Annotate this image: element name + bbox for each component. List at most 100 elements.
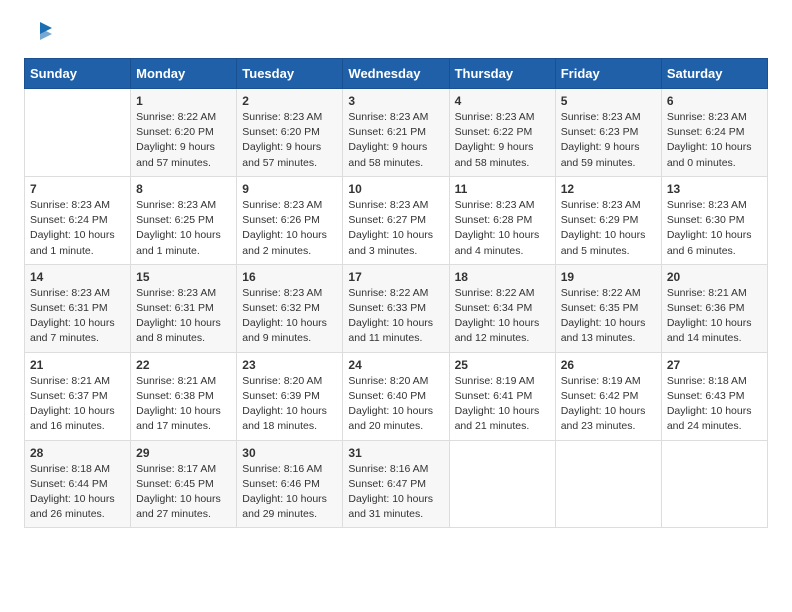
day-number: 14 [30, 270, 125, 284]
day-info: Sunrise: 8:23 AM Sunset: 6:31 PM Dayligh… [30, 286, 125, 347]
day-number: 20 [667, 270, 762, 284]
day-number: 27 [667, 358, 762, 372]
day-number: 6 [667, 94, 762, 108]
calendar-cell: 25Sunrise: 8:19 AM Sunset: 6:41 PM Dayli… [449, 352, 555, 440]
calendar-header-row: SundayMondayTuesdayWednesdayThursdayFrid… [25, 59, 768, 89]
day-number: 7 [30, 182, 125, 196]
day-info: Sunrise: 8:22 AM Sunset: 6:34 PM Dayligh… [455, 286, 550, 347]
day-number: 21 [30, 358, 125, 372]
logo [24, 20, 54, 48]
calendar-cell: 13 Sunrise: 8:23 AM Sunset: 6:30 PM Dayli… [661, 176, 767, 264]
day-info: Sunrise: 8:23 AM Sunset: 6:27 PM Dayligh… [348, 198, 443, 259]
logo-flag-icon [26, 20, 54, 48]
calendar-week-row: 21 Sunrise: 8:21 AM Sunset: 6:37 PM Dayli… [25, 352, 768, 440]
calendar-cell: 28 Sunrise: 8:18 AM Sunset: 6:44 PM Dayli… [25, 440, 131, 528]
day-number: 1 [136, 94, 231, 108]
calendar-cell: 21 Sunrise: 8:21 AM Sunset: 6:37 PM Dayli… [25, 352, 131, 440]
day-info: Sunrise: 8:16 AM Sunset: 6:47 PM Dayligh… [348, 462, 443, 523]
day-number: 11 [455, 182, 550, 196]
calendar-cell [25, 89, 131, 177]
day-number: 24 [348, 358, 443, 372]
calendar-cell: 16 Sunrise: 8:23 AM Sunset: 6:32 PM Dayli… [237, 264, 343, 352]
day-info: Sunrise: 8:22 AM Sunset: 6:20 PM Dayligh… [136, 110, 231, 171]
calendar-cell: 29 Sunrise: 8:17 AM Sunset: 6:45 PM Dayli… [131, 440, 237, 528]
day-info: Sunrise: 8:23 AM Sunset: 6:22 PM Dayligh… [455, 110, 550, 171]
day-number: 31 [348, 446, 443, 460]
day-info: Sunrise: 8:18 AM Sunset: 6:43 PM Dayligh… [667, 374, 762, 435]
calendar-cell: 18Sunrise: 8:22 AM Sunset: 6:34 PM Dayli… [449, 264, 555, 352]
calendar-cell: 8Sunrise: 8:23 AM Sunset: 6:25 PM Daylig… [131, 176, 237, 264]
calendar-cell: 5 Sunrise: 8:23 AM Sunset: 6:23 PM Daylig… [555, 89, 661, 177]
weekday-header-sunday: Sunday [25, 59, 131, 89]
weekday-header-friday: Friday [555, 59, 661, 89]
day-info: Sunrise: 8:23 AM Sunset: 6:20 PM Dayligh… [242, 110, 337, 171]
header [24, 20, 768, 48]
calendar-cell: 3 Sunrise: 8:23 AM Sunset: 6:21 PM Daylig… [343, 89, 449, 177]
calendar-cell: 4Sunrise: 8:23 AM Sunset: 6:22 PM Daylig… [449, 89, 555, 177]
calendar-cell: 6Sunrise: 8:23 AM Sunset: 6:24 PM Daylig… [661, 89, 767, 177]
day-info: Sunrise: 8:23 AM Sunset: 6:21 PM Dayligh… [348, 110, 443, 171]
day-number: 3 [348, 94, 443, 108]
calendar-cell: 22 Sunrise: 8:21 AM Sunset: 6:38 PM Dayli… [131, 352, 237, 440]
day-info: Sunrise: 8:20 AM Sunset: 6:39 PM Dayligh… [242, 374, 337, 435]
day-info: Sunrise: 8:18 AM Sunset: 6:44 PM Dayligh… [30, 462, 125, 523]
calendar-cell: 2 Sunrise: 8:23 AM Sunset: 6:20 PM Daylig… [237, 89, 343, 177]
day-info: Sunrise: 8:19 AM Sunset: 6:42 PM Dayligh… [561, 374, 656, 435]
day-number: 22 [136, 358, 231, 372]
day-number: 13 [667, 182, 762, 196]
weekday-header-saturday: Saturday [661, 59, 767, 89]
weekday-header-wednesday: Wednesday [343, 59, 449, 89]
day-info: Sunrise: 8:22 AM Sunset: 6:35 PM Dayligh… [561, 286, 656, 347]
day-number: 26 [561, 358, 656, 372]
day-number: 30 [242, 446, 337, 460]
calendar-cell: 20 Sunrise: 8:21 AM Sunset: 6:36 PM Dayli… [661, 264, 767, 352]
calendar-cell: 19 Sunrise: 8:22 AM Sunset: 6:35 PM Dayli… [555, 264, 661, 352]
calendar-cell [555, 440, 661, 528]
day-number: 2 [242, 94, 337, 108]
day-number: 17 [348, 270, 443, 284]
day-number: 9 [242, 182, 337, 196]
day-number: 23 [242, 358, 337, 372]
calendar-cell: 23 Sunrise: 8:20 AM Sunset: 6:39 PM Dayli… [237, 352, 343, 440]
day-info: Sunrise: 8:21 AM Sunset: 6:37 PM Dayligh… [30, 374, 125, 435]
weekday-header-tuesday: Tuesday [237, 59, 343, 89]
calendar-cell: 26 Sunrise: 8:19 AM Sunset: 6:42 PM Dayli… [555, 352, 661, 440]
calendar-week-row: 1 Sunrise: 8:22 AM Sunset: 6:20 PM Daylig… [25, 89, 768, 177]
calendar-cell: 30 Sunrise: 8:16 AM Sunset: 6:46 PM Dayli… [237, 440, 343, 528]
day-info: Sunrise: 8:23 AM Sunset: 6:30 PM Dayligh… [667, 198, 762, 259]
day-info: Sunrise: 8:23 AM Sunset: 6:24 PM Dayligh… [30, 198, 125, 259]
calendar-cell: 12 Sunrise: 8:23 AM Sunset: 6:29 PM Dayli… [555, 176, 661, 264]
day-number: 28 [30, 446, 125, 460]
day-info: Sunrise: 8:21 AM Sunset: 6:36 PM Dayligh… [667, 286, 762, 347]
day-number: 12 [561, 182, 656, 196]
day-number: 8 [136, 182, 231, 196]
day-number: 15 [136, 270, 231, 284]
calendar-cell: 14 Sunrise: 8:23 AM Sunset: 6:31 PM Dayli… [25, 264, 131, 352]
day-info: Sunrise: 8:17 AM Sunset: 6:45 PM Dayligh… [136, 462, 231, 523]
day-number: 10 [348, 182, 443, 196]
calendar-cell: 17Sunrise: 8:22 AM Sunset: 6:33 PM Dayli… [343, 264, 449, 352]
day-info: Sunrise: 8:16 AM Sunset: 6:46 PM Dayligh… [242, 462, 337, 523]
calendar-cell [449, 440, 555, 528]
day-info: Sunrise: 8:23 AM Sunset: 6:31 PM Dayligh… [136, 286, 231, 347]
calendar-week-row: 14 Sunrise: 8:23 AM Sunset: 6:31 PM Dayli… [25, 264, 768, 352]
day-info: Sunrise: 8:21 AM Sunset: 6:38 PM Dayligh… [136, 374, 231, 435]
day-number: 5 [561, 94, 656, 108]
weekday-header-monday: Monday [131, 59, 237, 89]
day-number: 29 [136, 446, 231, 460]
calendar-cell: 24Sunrise: 8:20 AM Sunset: 6:40 PM Dayli… [343, 352, 449, 440]
day-info: Sunrise: 8:19 AM Sunset: 6:41 PM Dayligh… [455, 374, 550, 435]
calendar-week-row: 7 Sunrise: 8:23 AM Sunset: 6:24 PM Daylig… [25, 176, 768, 264]
day-info: Sunrise: 8:23 AM Sunset: 6:32 PM Dayligh… [242, 286, 337, 347]
day-number: 16 [242, 270, 337, 284]
calendar-cell: 15 Sunrise: 8:23 AM Sunset: 6:31 PM Dayli… [131, 264, 237, 352]
calendar-cell: 7 Sunrise: 8:23 AM Sunset: 6:24 PM Daylig… [25, 176, 131, 264]
day-number: 19 [561, 270, 656, 284]
calendar-cell: 11 Sunrise: 8:23 AM Sunset: 6:28 PM Dayli… [449, 176, 555, 264]
day-info: Sunrise: 8:23 AM Sunset: 6:23 PM Dayligh… [561, 110, 656, 171]
calendar-cell: 9Sunrise: 8:23 AM Sunset: 6:26 PM Daylig… [237, 176, 343, 264]
calendar-cell [661, 440, 767, 528]
day-info: Sunrise: 8:23 AM Sunset: 6:28 PM Dayligh… [455, 198, 550, 259]
day-info: Sunrise: 8:23 AM Sunset: 6:29 PM Dayligh… [561, 198, 656, 259]
page: SundayMondayTuesdayWednesdayThursdayFrid… [0, 0, 792, 548]
